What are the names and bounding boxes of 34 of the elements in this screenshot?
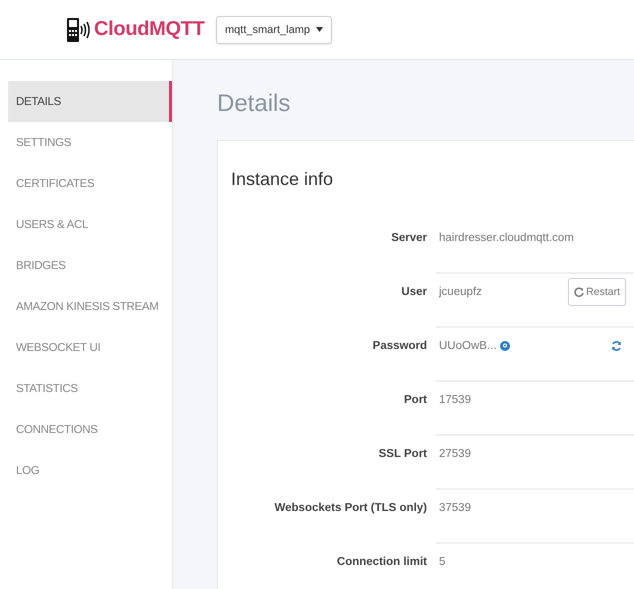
logo-text[interactable]: CloudMQTT xyxy=(94,18,205,41)
sidebar-item[interactable]: DETAILS xyxy=(8,81,172,122)
field-label: Port xyxy=(403,393,428,408)
page-title: Details xyxy=(217,90,292,118)
field-value: 37539 xyxy=(438,502,472,514)
refresh-icon[interactable] xyxy=(611,340,622,352)
field-value: jcueupfz xyxy=(438,286,483,298)
field-label: SSL Port xyxy=(378,447,428,462)
field-label: Connection limit xyxy=(336,555,428,570)
field-value: 27539 xyxy=(438,448,472,460)
restart-icon xyxy=(574,287,584,297)
card-title: Instance info xyxy=(231,169,334,190)
restart-button[interactable]: Restart xyxy=(568,278,626,306)
field-label: User xyxy=(400,285,428,300)
phone-signal-icon xyxy=(66,16,90,42)
sidebar-item[interactable]: SETTINGS xyxy=(8,122,172,163)
field-value: 17539 xyxy=(438,394,472,406)
sidebar-item[interactable]: LOG xyxy=(8,450,172,491)
caret-icon xyxy=(316,27,323,32)
eye-icon[interactable] xyxy=(500,341,510,351)
field-value: hairdresser.cloudmqtt.com xyxy=(438,232,575,244)
field-value: UUoOwB... xyxy=(439,340,497,352)
sidebar-item[interactable]: AMAZON KINESIS STREAM xyxy=(8,286,172,327)
field-label: Server xyxy=(390,231,428,246)
sidebar-item[interactable]: USERS & ACL xyxy=(8,204,172,245)
sidebar-item[interactable]: BRIDGES xyxy=(8,245,172,286)
instance-dropdown[interactable]: mqtt_smart_lamp xyxy=(216,16,332,44)
sidebar-item[interactable]: WEBSOCKET UI xyxy=(8,327,172,368)
field-value: 5 xyxy=(438,556,446,568)
field-label: Password xyxy=(372,339,428,354)
sidebar-item[interactable]: CERTIFICATES xyxy=(8,163,172,204)
sidebar-item[interactable]: STATISTICS xyxy=(8,368,172,409)
sidebar-item[interactable]: CONNECTIONS xyxy=(8,409,172,450)
field-label: Websockets Port (TLS only) xyxy=(273,501,428,516)
